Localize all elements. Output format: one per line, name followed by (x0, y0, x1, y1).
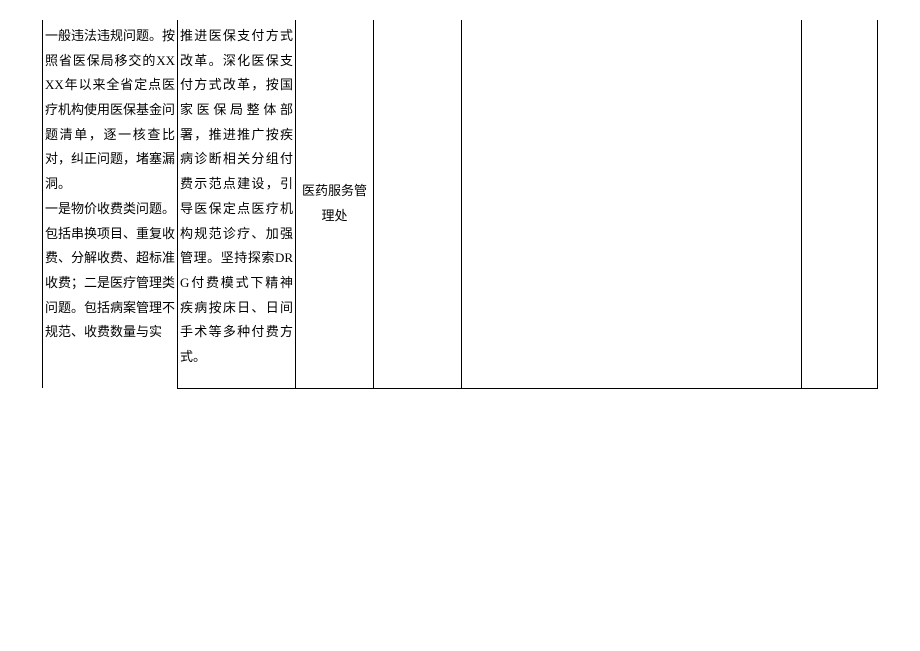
policy-table: 一般违法违规问题。按照省医保局移交的XXXX年以来全省定点医疗机构使用医保基金问… (42, 20, 878, 389)
cell-col4 (374, 20, 462, 388)
cell-department: 医药服务管理处 (296, 20, 374, 388)
table-row: 一般违法违规问题。按照省医保局移交的XXXX年以来全省定点医疗机构使用医保基金问… (43, 20, 878, 388)
cell-reform-measure: 推进医保支付方式改革。深化医保支付方式改革，按国家医保局整体部署，推进推广按疾病… (178, 20, 296, 388)
cell-col6 (802, 20, 878, 388)
cell-col5 (462, 20, 802, 388)
document-page: 一般违法违规问题。按照省医保局移交的XXXX年以来全省定点医疗机构使用医保基金问… (0, 0, 920, 651)
cell-issue-description: 一般违法违规问题。按照省医保局移交的XXXX年以来全省定点医疗机构使用医保基金问… (43, 20, 178, 388)
